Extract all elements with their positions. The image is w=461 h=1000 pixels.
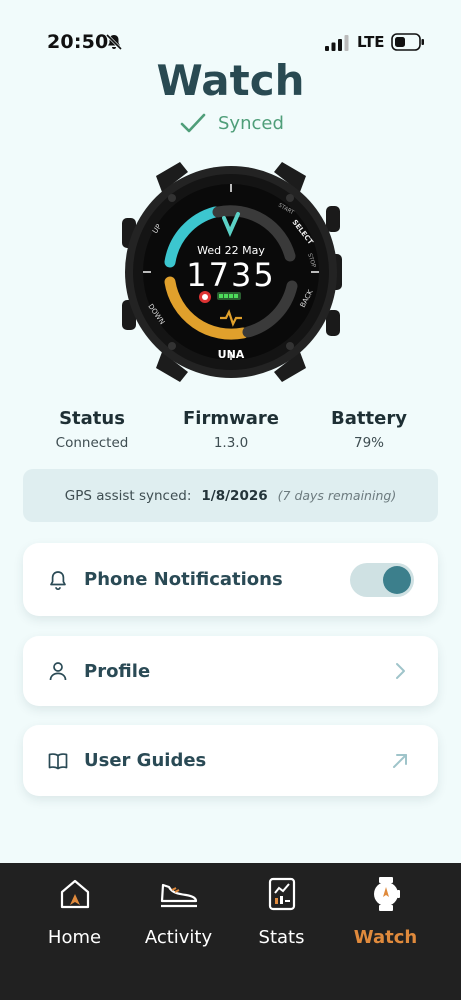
watch-brand: UNA <box>218 348 245 361</box>
book-icon <box>48 752 68 769</box>
sync-status-label: Synced <box>218 112 284 134</box>
stats-icon <box>268 877 295 911</box>
firmware-label: Firmware <box>183 408 279 429</box>
status-time: 20:50 <box>47 31 109 53</box>
user-icon <box>49 662 67 681</box>
status-label: Status <box>59 408 125 429</box>
battery-low-icon <box>391 33 424 51</box>
phone-notifications-label: Phone Notifications <box>84 569 283 590</box>
profile-label: Profile <box>84 660 151 682</box>
sync-status: Synced <box>180 110 284 136</box>
shoe-icon <box>160 883 197 908</box>
battery-value: 79% <box>353 435 384 451</box>
profile-card[interactable]: Profile <box>23 636 438 706</box>
tab-activity-label: Activity <box>144 927 213 948</box>
tab-home[interactable]: Home <box>17 863 132 963</box>
notifications-toggle[interactable] <box>350 562 414 597</box>
network-type: LTE <box>357 33 385 51</box>
watch-info: Status Connected Firmware 1.3.0 Battery … <box>22 408 440 456</box>
tab-home-label: Home <box>47 927 102 948</box>
watch-time: 1735 <box>186 256 275 294</box>
gps-date: 1/8/2026 <box>201 487 268 504</box>
gps-assist-banner: GPS assist synced: 1/8/2026 (7 days rema… <box>23 469 438 522</box>
signal-icon <box>325 35 349 51</box>
gps-label: GPS assist synced: <box>64 487 192 504</box>
home-icon <box>60 879 89 909</box>
tab-stats-label: Stats <box>258 927 305 948</box>
tab-activity[interactable]: Activity <box>121 863 236 963</box>
watch-icon <box>373 877 400 911</box>
toggle-knob <box>383 565 411 594</box>
check-icon <box>180 113 206 133</box>
bottom-tab-bar: Home Activity Stats Watch <box>0 863 461 1000</box>
user-guides-card[interactable]: User Guides <box>23 725 438 796</box>
status-value: Connected <box>55 435 129 451</box>
gps-remaining: (7 days remaining) <box>277 488 397 503</box>
external-link-arrow-icon <box>393 753 407 768</box>
tab-watch-label: Watch <box>353 927 418 948</box>
firmware-value: 1.3.0 <box>213 435 249 451</box>
user-guides-label: User Guides <box>84 750 207 771</box>
battery-label: Battery <box>331 408 407 429</box>
tab-stats[interactable]: Stats <box>224 863 339 963</box>
chevron-right-icon <box>396 663 405 679</box>
watch-image: Wed 22 May 1735 UP DOWN START SELECT STO… <box>122 162 342 382</box>
page-title: Watch <box>156 56 305 97</box>
status-info: Status Connected <box>22 408 162 451</box>
phone-notifications-card: Phone Notifications <box>23 543 438 616</box>
tab-watch[interactable]: Watch <box>328 863 443 963</box>
bell-muted-icon <box>105 33 123 51</box>
firmware-info: Firmware 1.3.0 <box>161 408 301 451</box>
bell-icon <box>50 570 66 590</box>
battery-info: Battery 79% <box>299 408 439 451</box>
